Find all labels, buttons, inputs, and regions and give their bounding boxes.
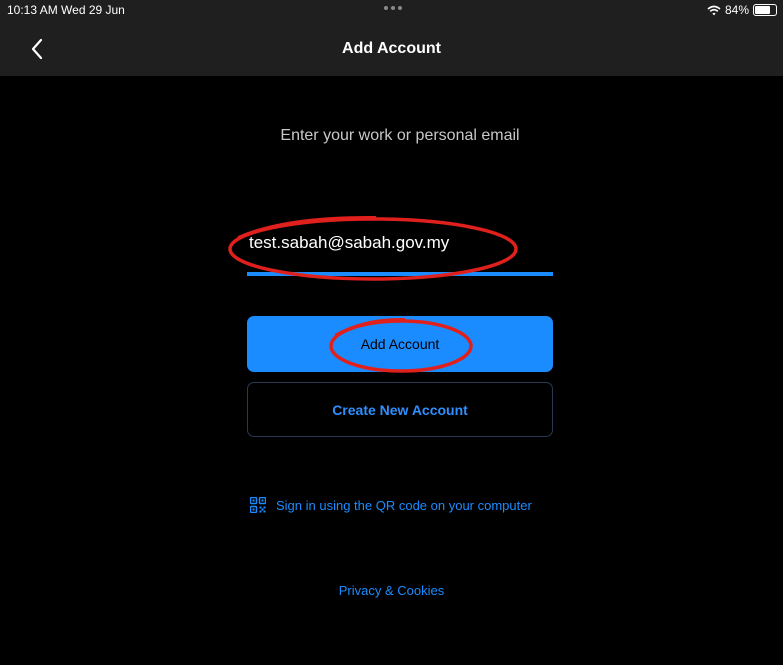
status-bar: 10:13 AM Wed 29 Jun 84% <box>0 0 783 21</box>
email-field[interactable] <box>247 228 549 258</box>
privacy-cookies-link[interactable]: Privacy & Cookies <box>0 583 783 598</box>
email-prompt: Enter your work or personal email <box>280 127 520 144</box>
battery-percent: 84% <box>724 3 749 17</box>
status-time: 10:13 AM Wed 29 Jun <box>7 3 125 17</box>
email-underline <box>247 272 553 276</box>
qr-sign-in-label: Sign in using the QR code on your comput… <box>276 497 532 513</box>
qr-sign-in-link[interactable]: Sign in using the QR code on your comput… <box>250 497 532 513</box>
page-title: Add Account <box>342 40 441 57</box>
battery-level <box>755 6 771 14</box>
qr-code-icon <box>250 497 266 513</box>
battery-icon <box>753 4 777 16</box>
create-new-account-button[interactable]: Create New Account <box>247 382 553 437</box>
nav-bar: Add Account <box>0 21 783 76</box>
wifi-icon <box>707 5 721 15</box>
add-account-button[interactable]: Add Account <box>247 316 553 372</box>
multitasking-dots-icon[interactable] <box>384 6 402 10</box>
status-indicators: 84% <box>707 3 777 17</box>
screen: 10:13 AM Wed 29 Jun 84% Add Account Ente… <box>0 0 783 665</box>
